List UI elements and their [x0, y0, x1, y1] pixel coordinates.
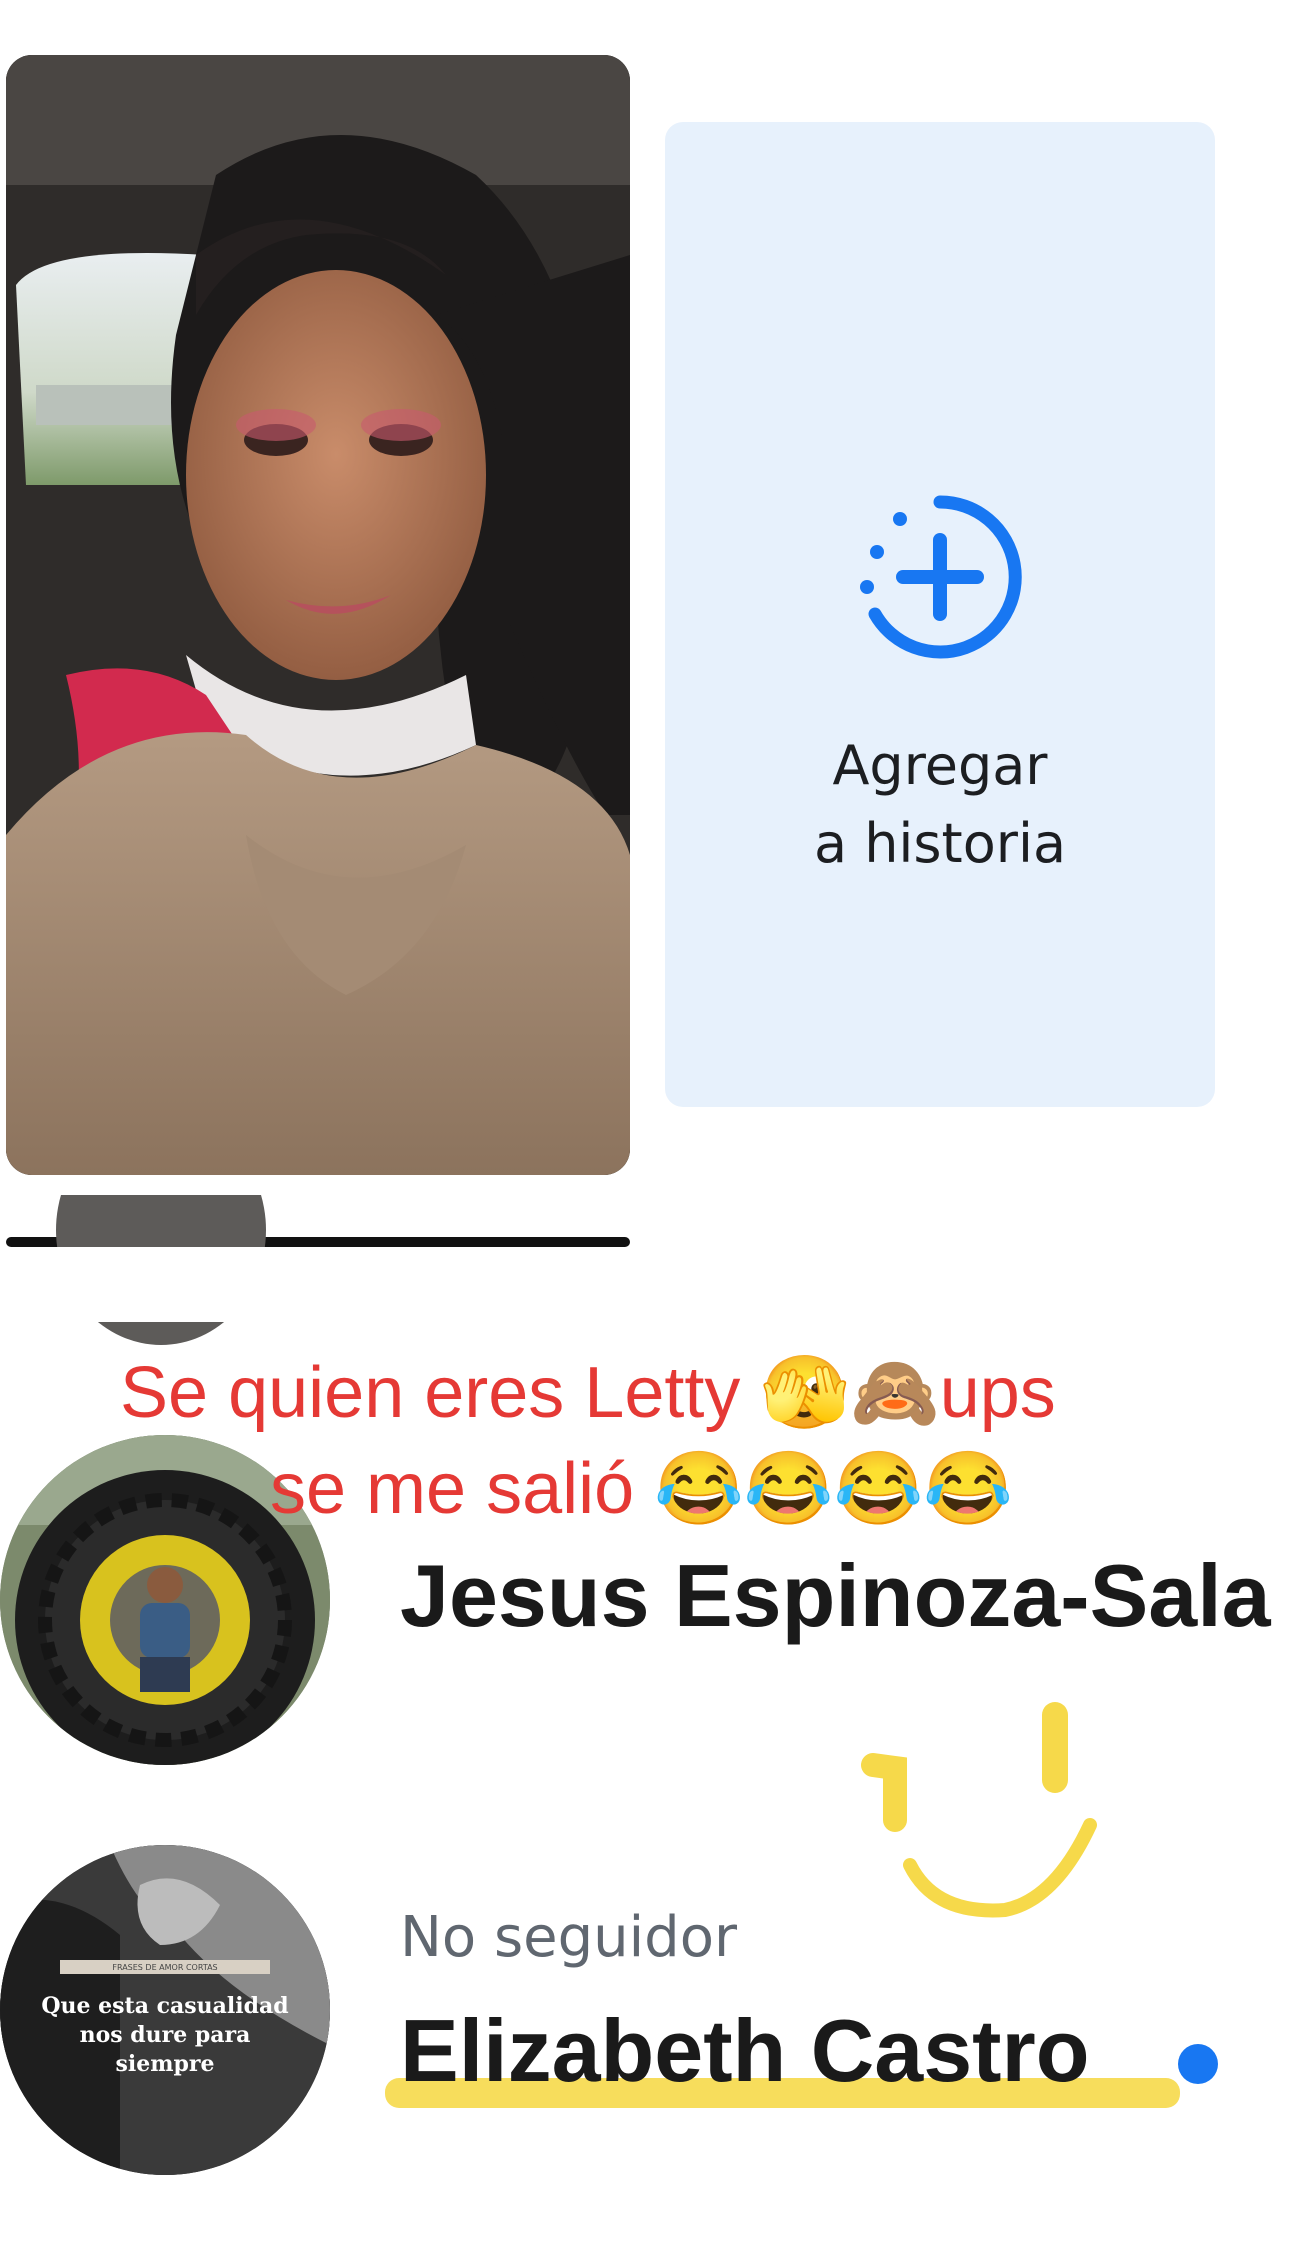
avatar-quote-line: nos dure para — [80, 2022, 251, 2048]
avatar-header-text: FRASES DE AMOR CORTAS — [112, 1963, 217, 1972]
story-photo[interactable] — [6, 55, 630, 1175]
contact-name-jesus[interactable]: Jesus Espinoza-Sala — [400, 1545, 1271, 1647]
avatar-quote-line: siempre — [116, 2051, 215, 2077]
unread-dot-icon — [1178, 2044, 1218, 2084]
contact-name-elizabeth[interactable]: Elizabeth Castro — [400, 2000, 1089, 2102]
add-to-story-label: Agregar a historia — [813, 734, 1067, 875]
smiley-doodle-icon — [861, 1702, 1097, 1918]
contact-subtitle: No seguidor — [400, 1905, 738, 1970]
avatar-elizabeth[interactable]: FRASES DE AMOR CORTAS Que esta casualida… — [0, 1845, 330, 2175]
add-circle-icon — [860, 495, 1022, 659]
background — [0, 1247, 1290, 1322]
caption-overlay: Se quien eres Letty 🫣🙈ups se me salió 😂😂… — [120, 1353, 1056, 1529]
add-to-story-card[interactable]: Agregar a historia — [665, 122, 1215, 1107]
avatar-quote-line: Que esta casualidad — [41, 1993, 288, 2019]
